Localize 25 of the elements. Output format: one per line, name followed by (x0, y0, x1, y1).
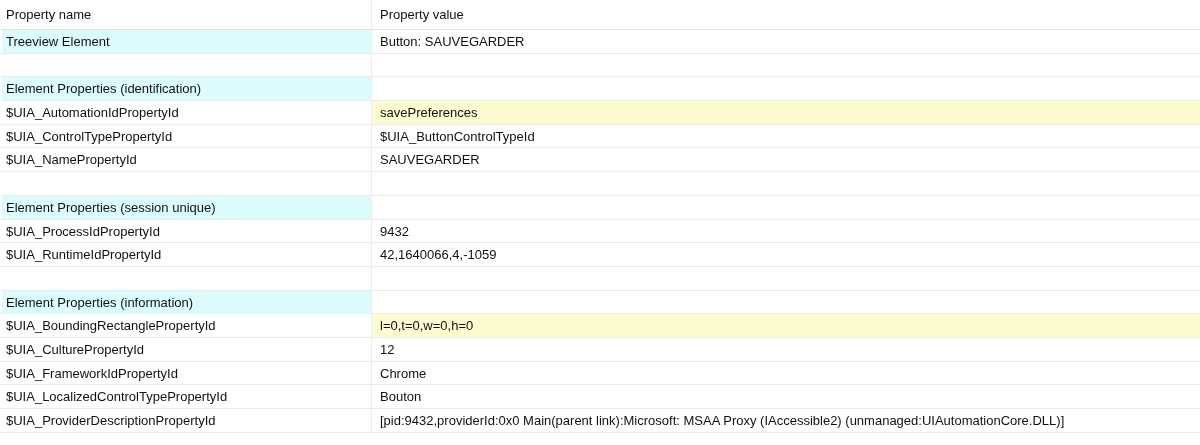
property-value: savePreferences (372, 101, 1200, 125)
property-value: [pid:9432,providerId:0x0 Main(parent link):Microsoft: MSAA Proxy (IAccessible2) (unmanaged:UIAutomationCore.DLL)] (379, 412, 1066, 430)
section-header: Element Properties (information) (2, 290, 372, 314)
property-value: 12 (379, 340, 396, 359)
property-value: Button: SAUVEGARDER (379, 33, 526, 51)
property-name: $UIA_CulturePropertyId (0, 337, 372, 361)
property-name: $UIA_NamePropertyId (0, 148, 372, 172)
property-name: $UIA_ProviderDescriptionPropertyId (0, 409, 372, 432)
property-value: SAUVEGARDER (379, 151, 481, 170)
section-header: Treeview Element (2, 30, 372, 53)
section-header: Element Properties (session unique) (2, 195, 372, 219)
property-value: 9432 (379, 222, 410, 241)
section-header: Element Properties (identification) (2, 77, 372, 101)
property-name: $UIA_FrameworkIdPropertyId (0, 361, 372, 385)
column-header[interactable]: Property name (0, 0, 372, 29)
property-value: Bouton (379, 388, 423, 407)
column-header[interactable]: Property value (372, 0, 1200, 29)
property-name: $UIA_RuntimeIdPropertyId (0, 243, 372, 267)
property-value: $UIA_ButtonControlTypeId (379, 127, 536, 146)
property-value: Chrome (379, 364, 428, 383)
property-value: l=0,t=0,w=0,h=0 (372, 314, 1200, 338)
property-name: $UIA_LocalizedControlTypePropertyId (0, 385, 372, 409)
property-value: 42,1640066,4,-1059 (379, 246, 498, 265)
property-name: $UIA_ControlTypePropertyId (0, 124, 372, 148)
property-name: $UIA_ProcessIdPropertyId (0, 219, 372, 243)
